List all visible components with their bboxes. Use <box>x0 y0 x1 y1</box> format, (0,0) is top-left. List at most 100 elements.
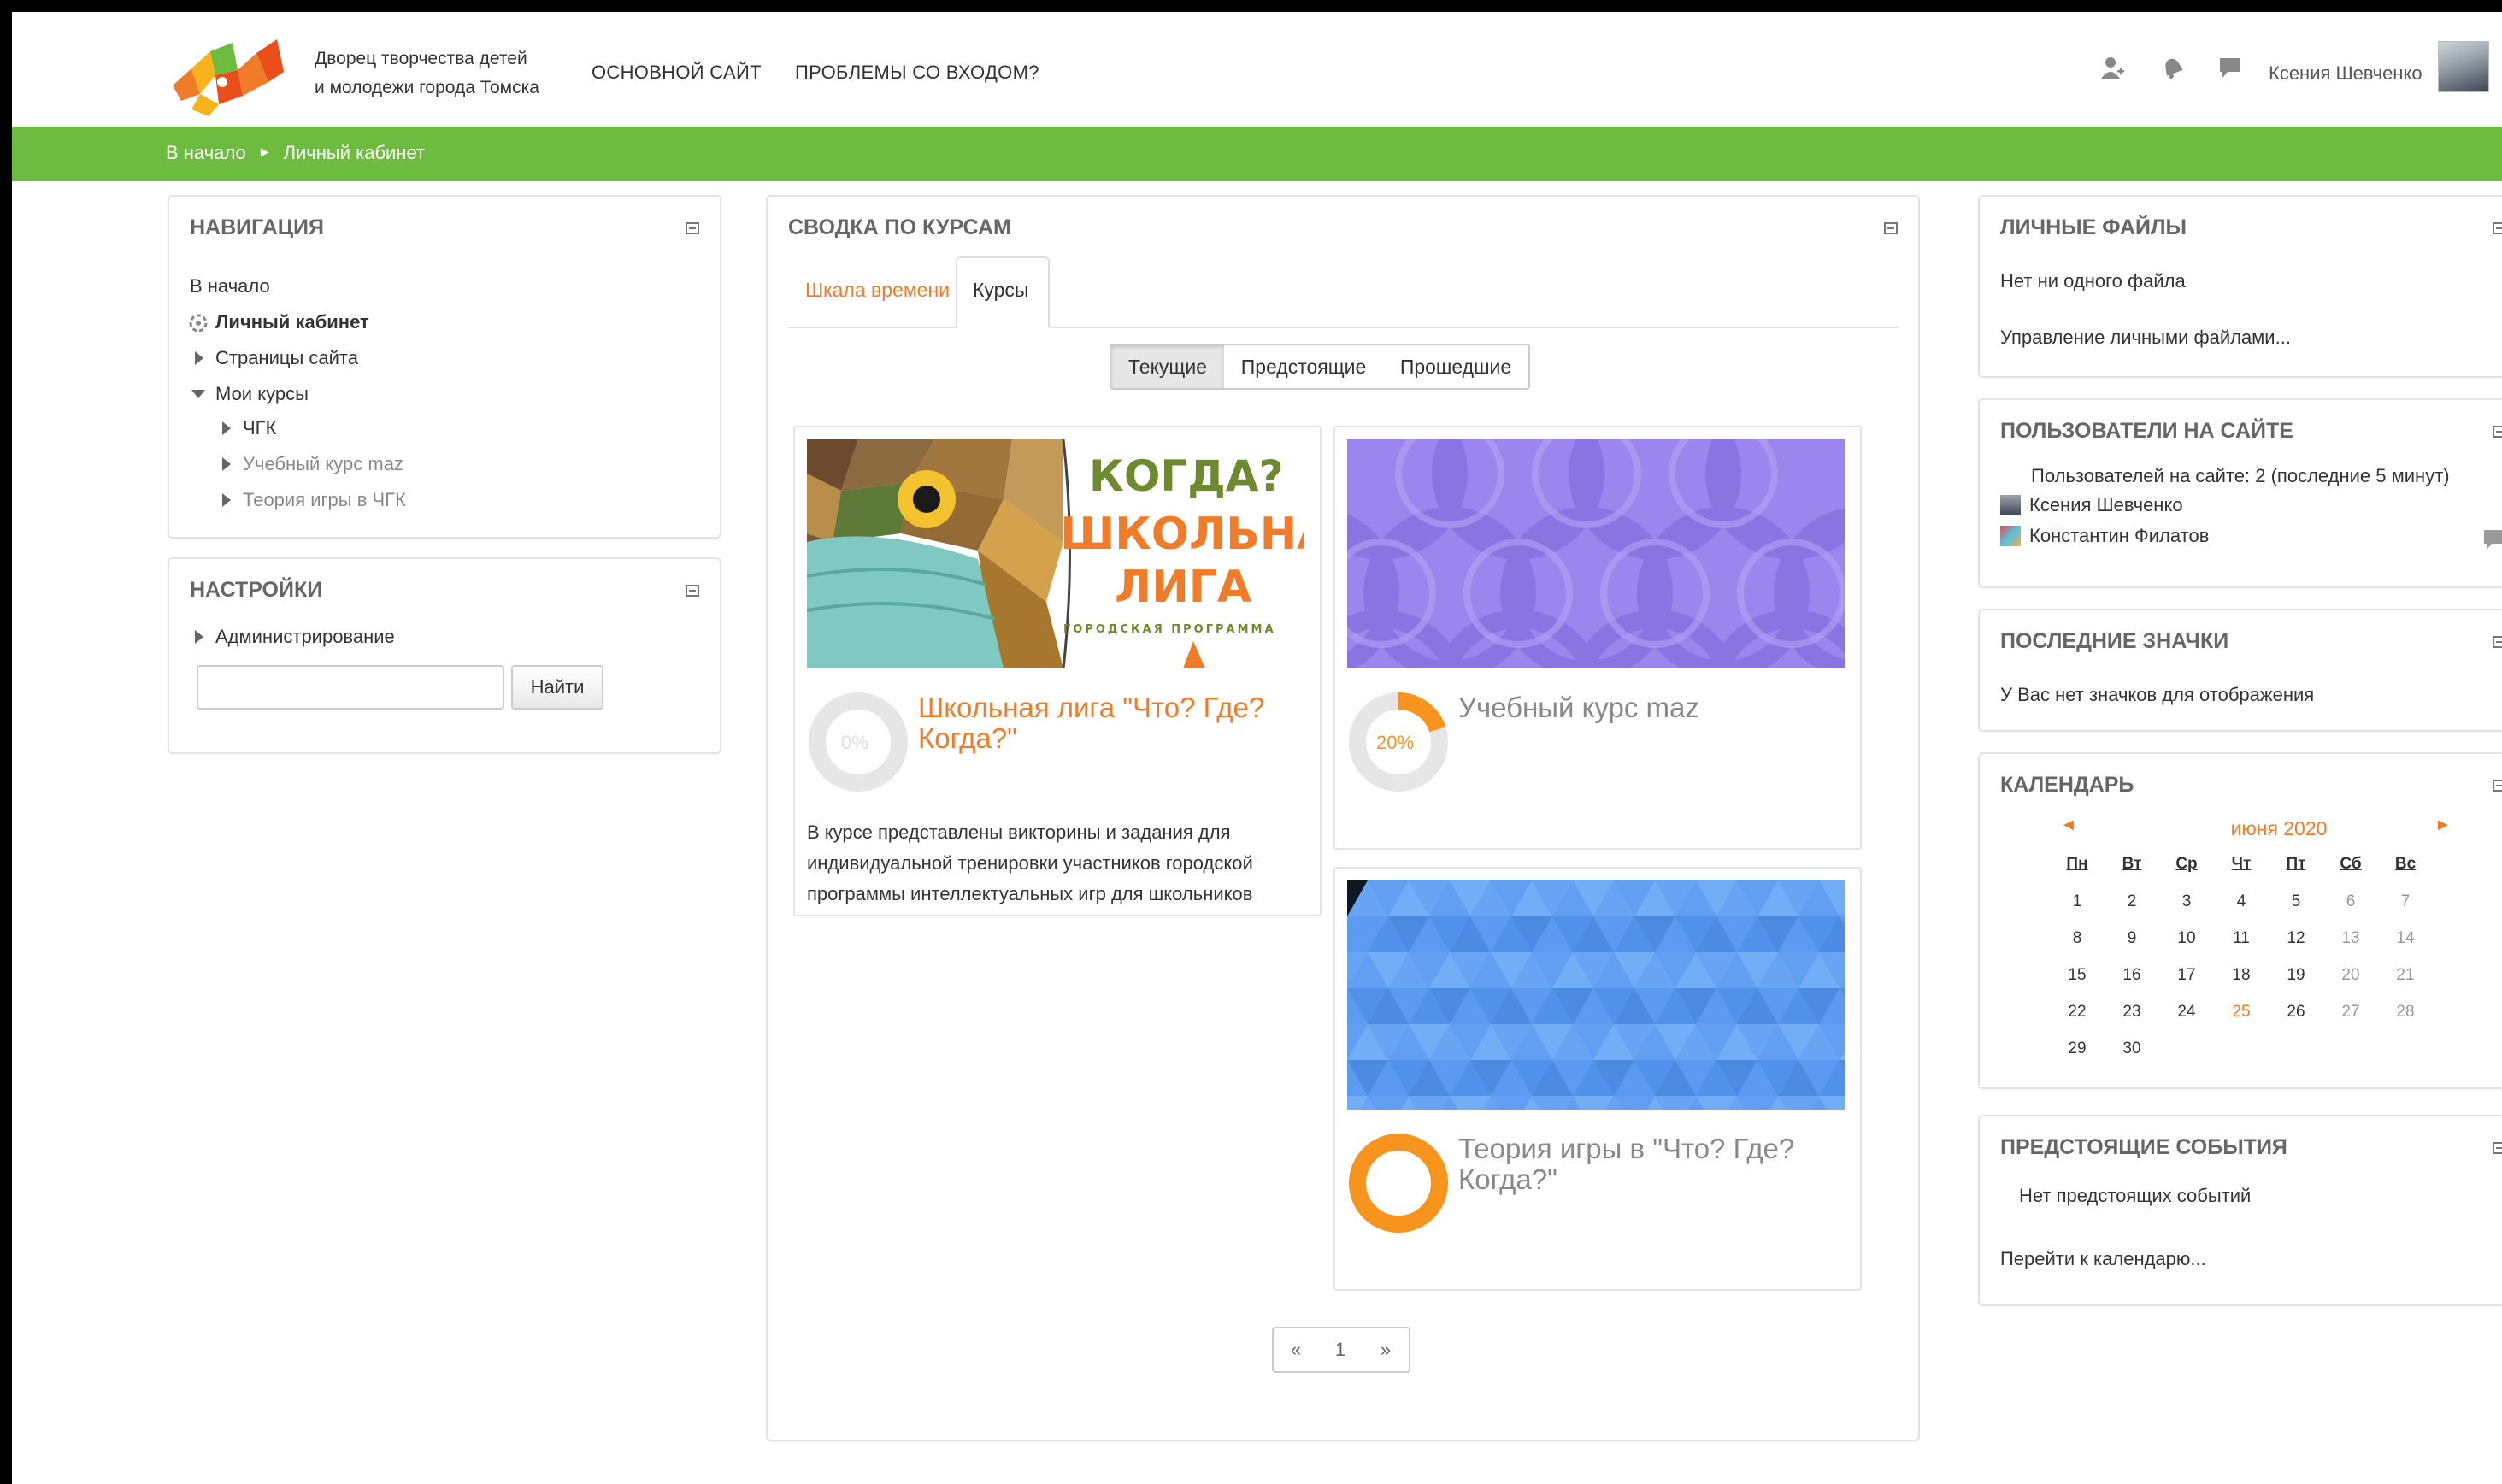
course-card[interactable]: 20% Учебный курс maz <box>1333 426 1862 850</box>
collapse-icon[interactable] <box>686 222 699 234</box>
calendar-day[interactable]: 30 <box>2106 1039 2158 1058</box>
user-menu-name[interactable]: Ксения Шевченко <box>2269 62 2423 85</box>
calendar-day[interactable]: 22 <box>2052 1003 2103 1022</box>
user-add-icon[interactable] <box>2098 53 2127 82</box>
image-text: ГОРОДСКАЯ ПРОГРАММА <box>1063 623 1276 636</box>
course-image[interactable] <box>1347 880 1845 1110</box>
calendar-day[interactable]: 21 <box>2380 966 2431 985</box>
avatar <box>2000 526 2021 546</box>
collapse-icon[interactable] <box>2493 1142 2502 1154</box>
calendar-weekday: Вт <box>2122 855 2142 873</box>
calendar-day[interactable]: 3 <box>2161 892 2212 911</box>
filter-upcoming-button[interactable]: Предстоящие <box>1224 344 1385 390</box>
tabs-divider <box>788 327 1898 328</box>
calendar-day[interactable]: 4 <box>2216 892 2267 911</box>
site-logo[interactable] <box>166 34 313 120</box>
nav-login-problems-link[interactable]: ПРОБЛЕМЫ СО ВХОДОМ? <box>795 62 1039 84</box>
calendar-block: КАЛЕНДАРЬ ◄ июня 2020 ► Пн Вт Ср Чт Пт Сб Вс 1 2… <box>1978 752 2502 1089</box>
breadcrumb-current[interactable]: Личный кабинет <box>284 142 426 164</box>
bell-icon[interactable] <box>2158 53 2187 82</box>
nav-dashboard-item[interactable]: Личный кабинет <box>188 311 369 333</box>
calendar-next-button[interactable]: ► <box>2434 816 2452 835</box>
badges-empty: У Вас нет значков для отображения <box>2000 684 2315 705</box>
calendar-day[interactable]: 8 <box>2052 929 2103 948</box>
nav-course-item[interactable]: Учебный курс maz <box>222 453 403 475</box>
manage-files-link[interactable]: Управление личными файлами... <box>2000 327 2291 349</box>
nav-home-link[interactable]: В начало <box>190 275 270 297</box>
nav-site-pages-item[interactable]: Страницы сайта <box>195 347 358 369</box>
pagination-page[interactable]: 1 <box>1318 1327 1364 1373</box>
calendar-day[interactable]: 5 <box>2270 892 2322 911</box>
nav-site-pages-label: Страницы сайта <box>215 347 358 368</box>
site-name-line1: Дворец творчества детей <box>315 49 527 68</box>
collapse-icon[interactable] <box>2493 780 2502 792</box>
calendar-day[interactable]: 12 <box>2270 929 2322 948</box>
search-button[interactable]: Найти <box>511 665 603 710</box>
course-image[interactable]: КОГДА? ШКОЛЬНАЯ ЛИГА ГОРОДСКАЯ ПРОГРАММА <box>807 439 1304 668</box>
calendar-day[interactable]: 7 <box>2380 892 2431 911</box>
go-to-calendar-link[interactable]: Перейти к календарю... <box>2000 1248 2206 1270</box>
calendar-day[interactable]: 1 <box>2052 892 2103 911</box>
course-image[interactable] <box>1347 439 1845 668</box>
calendar-day[interactable]: 16 <box>2106 966 2158 985</box>
calendar-day[interactable]: 11 <box>2216 929 2267 948</box>
private-files-title: ЛИЧНЫЕ ФАЙЛЫ <box>2000 215 2187 239</box>
calendar-weekday: Сб <box>2340 855 2362 873</box>
collapse-icon[interactable] <box>2493 426 2502 438</box>
calendar-day[interactable]: 24 <box>2161 1003 2212 1022</box>
course-title-link[interactable]: Школьная лига "Что? Где? Когда?" <box>918 692 1303 754</box>
nav-main-site-link[interactable]: ОСНОВНОЙ САЙТ <box>592 62 762 84</box>
settings-admin-item[interactable]: Администрирование <box>195 626 395 648</box>
online-user-item[interactable]: Константин Филатов <box>2000 525 2209 547</box>
calendar-day[interactable]: 9 <box>2106 929 2158 948</box>
user-avatar[interactable] <box>2438 41 2489 92</box>
collapse-icon[interactable] <box>1884 222 1898 234</box>
message-icon[interactable] <box>2482 528 2502 555</box>
upcoming-events-title: ПРЕДСТОЯЩИЕ СОБЫТИЯ <box>2000 1135 2287 1159</box>
calendar-day[interactable]: 29 <box>2052 1039 2103 1058</box>
tab-timeline[interactable]: Шкала времени <box>805 279 950 302</box>
calendar-day[interactable]: 17 <box>2161 966 2212 985</box>
collapse-icon[interactable] <box>2493 222 2502 234</box>
badges-block: ПОСЛЕДНИЕ ЗНАЧКИ У Вас нет значков для о… <box>1978 609 2502 732</box>
calendar-day[interactable]: 6 <box>2325 892 2376 911</box>
nav-my-courses-item[interactable]: Мои курсы <box>191 383 309 405</box>
calendar-day[interactable]: 20 <box>2325 966 2376 985</box>
online-user-item[interactable]: Ксения Шевченко <box>2000 494 2183 516</box>
course-card[interactable]: 100% Теория игры в "Что? Где? Когда?" <box>1333 867 1862 1291</box>
calendar-day[interactable]: 23 <box>2106 1003 2158 1022</box>
calendar-day[interactable]: 13 <box>2325 929 2376 948</box>
course-card[interactable]: КОГДА? ШКОЛЬНАЯ ЛИГА ГОРОДСКАЯ ПРОГРАММА… <box>793 426 1322 916</box>
calendar-day[interactable]: 18 <box>2216 966 2267 985</box>
admin-search-input[interactable] <box>197 665 504 710</box>
tab-courses[interactable]: Курсы <box>973 279 1028 302</box>
course-overview-block: СВОДКА ПО КУРСАМ Шкала времени Курсы Тек… <box>766 195 1920 1441</box>
filter-past-button[interactable]: Прошедшие <box>1383 344 1530 390</box>
breadcrumb-home-link[interactable]: В начало <box>166 142 246 164</box>
chat-icon[interactable] <box>2216 53 2245 82</box>
filter-current-button[interactable]: Текущие <box>1110 344 1226 390</box>
pagination-next[interactable]: » <box>1363 1327 1410 1373</box>
calendar-day[interactable]: 25 <box>2216 1003 2267 1022</box>
pagination-prev[interactable]: « <box>1272 1327 1320 1373</box>
calendar-month-link[interactable]: июня 2020 <box>2185 817 2373 840</box>
site-name-line2: и молодежи города Томска <box>315 78 539 97</box>
collapse-icon[interactable] <box>686 585 699 597</box>
calendar-day[interactable]: 27 <box>2325 1003 2376 1022</box>
calendar-prev-button[interactable]: ◄ <box>2060 816 2077 835</box>
calendar-weekday: Чт <box>2231 855 2252 873</box>
calendar-day[interactable]: 28 <box>2380 1003 2431 1022</box>
calendar-day[interactable]: 26 <box>2270 1003 2322 1022</box>
nav-course-item[interactable]: ЧГК <box>222 417 276 439</box>
calendar-day[interactable]: 14 <box>2380 929 2431 948</box>
course-title-link[interactable]: Учебный курс maz <box>1458 692 1843 723</box>
calendar-day[interactable]: 2 <box>2106 892 2158 911</box>
breadcrumb-separator: ► <box>257 145 272 160</box>
calendar-day[interactable]: 15 <box>2052 966 2103 985</box>
nav-course-item[interactable]: Теория игры в ЧГК <box>222 489 406 511</box>
calendar-day[interactable]: 10 <box>2161 929 2212 948</box>
calendar-day[interactable]: 19 <box>2270 966 2322 985</box>
collapse-icon[interactable] <box>2493 636 2502 648</box>
calendar-title: КАЛЕНДАРЬ <box>2000 773 2134 797</box>
course-title-link[interactable]: Теория игры в "Что? Где? Когда?" <box>1458 1134 1843 1195</box>
